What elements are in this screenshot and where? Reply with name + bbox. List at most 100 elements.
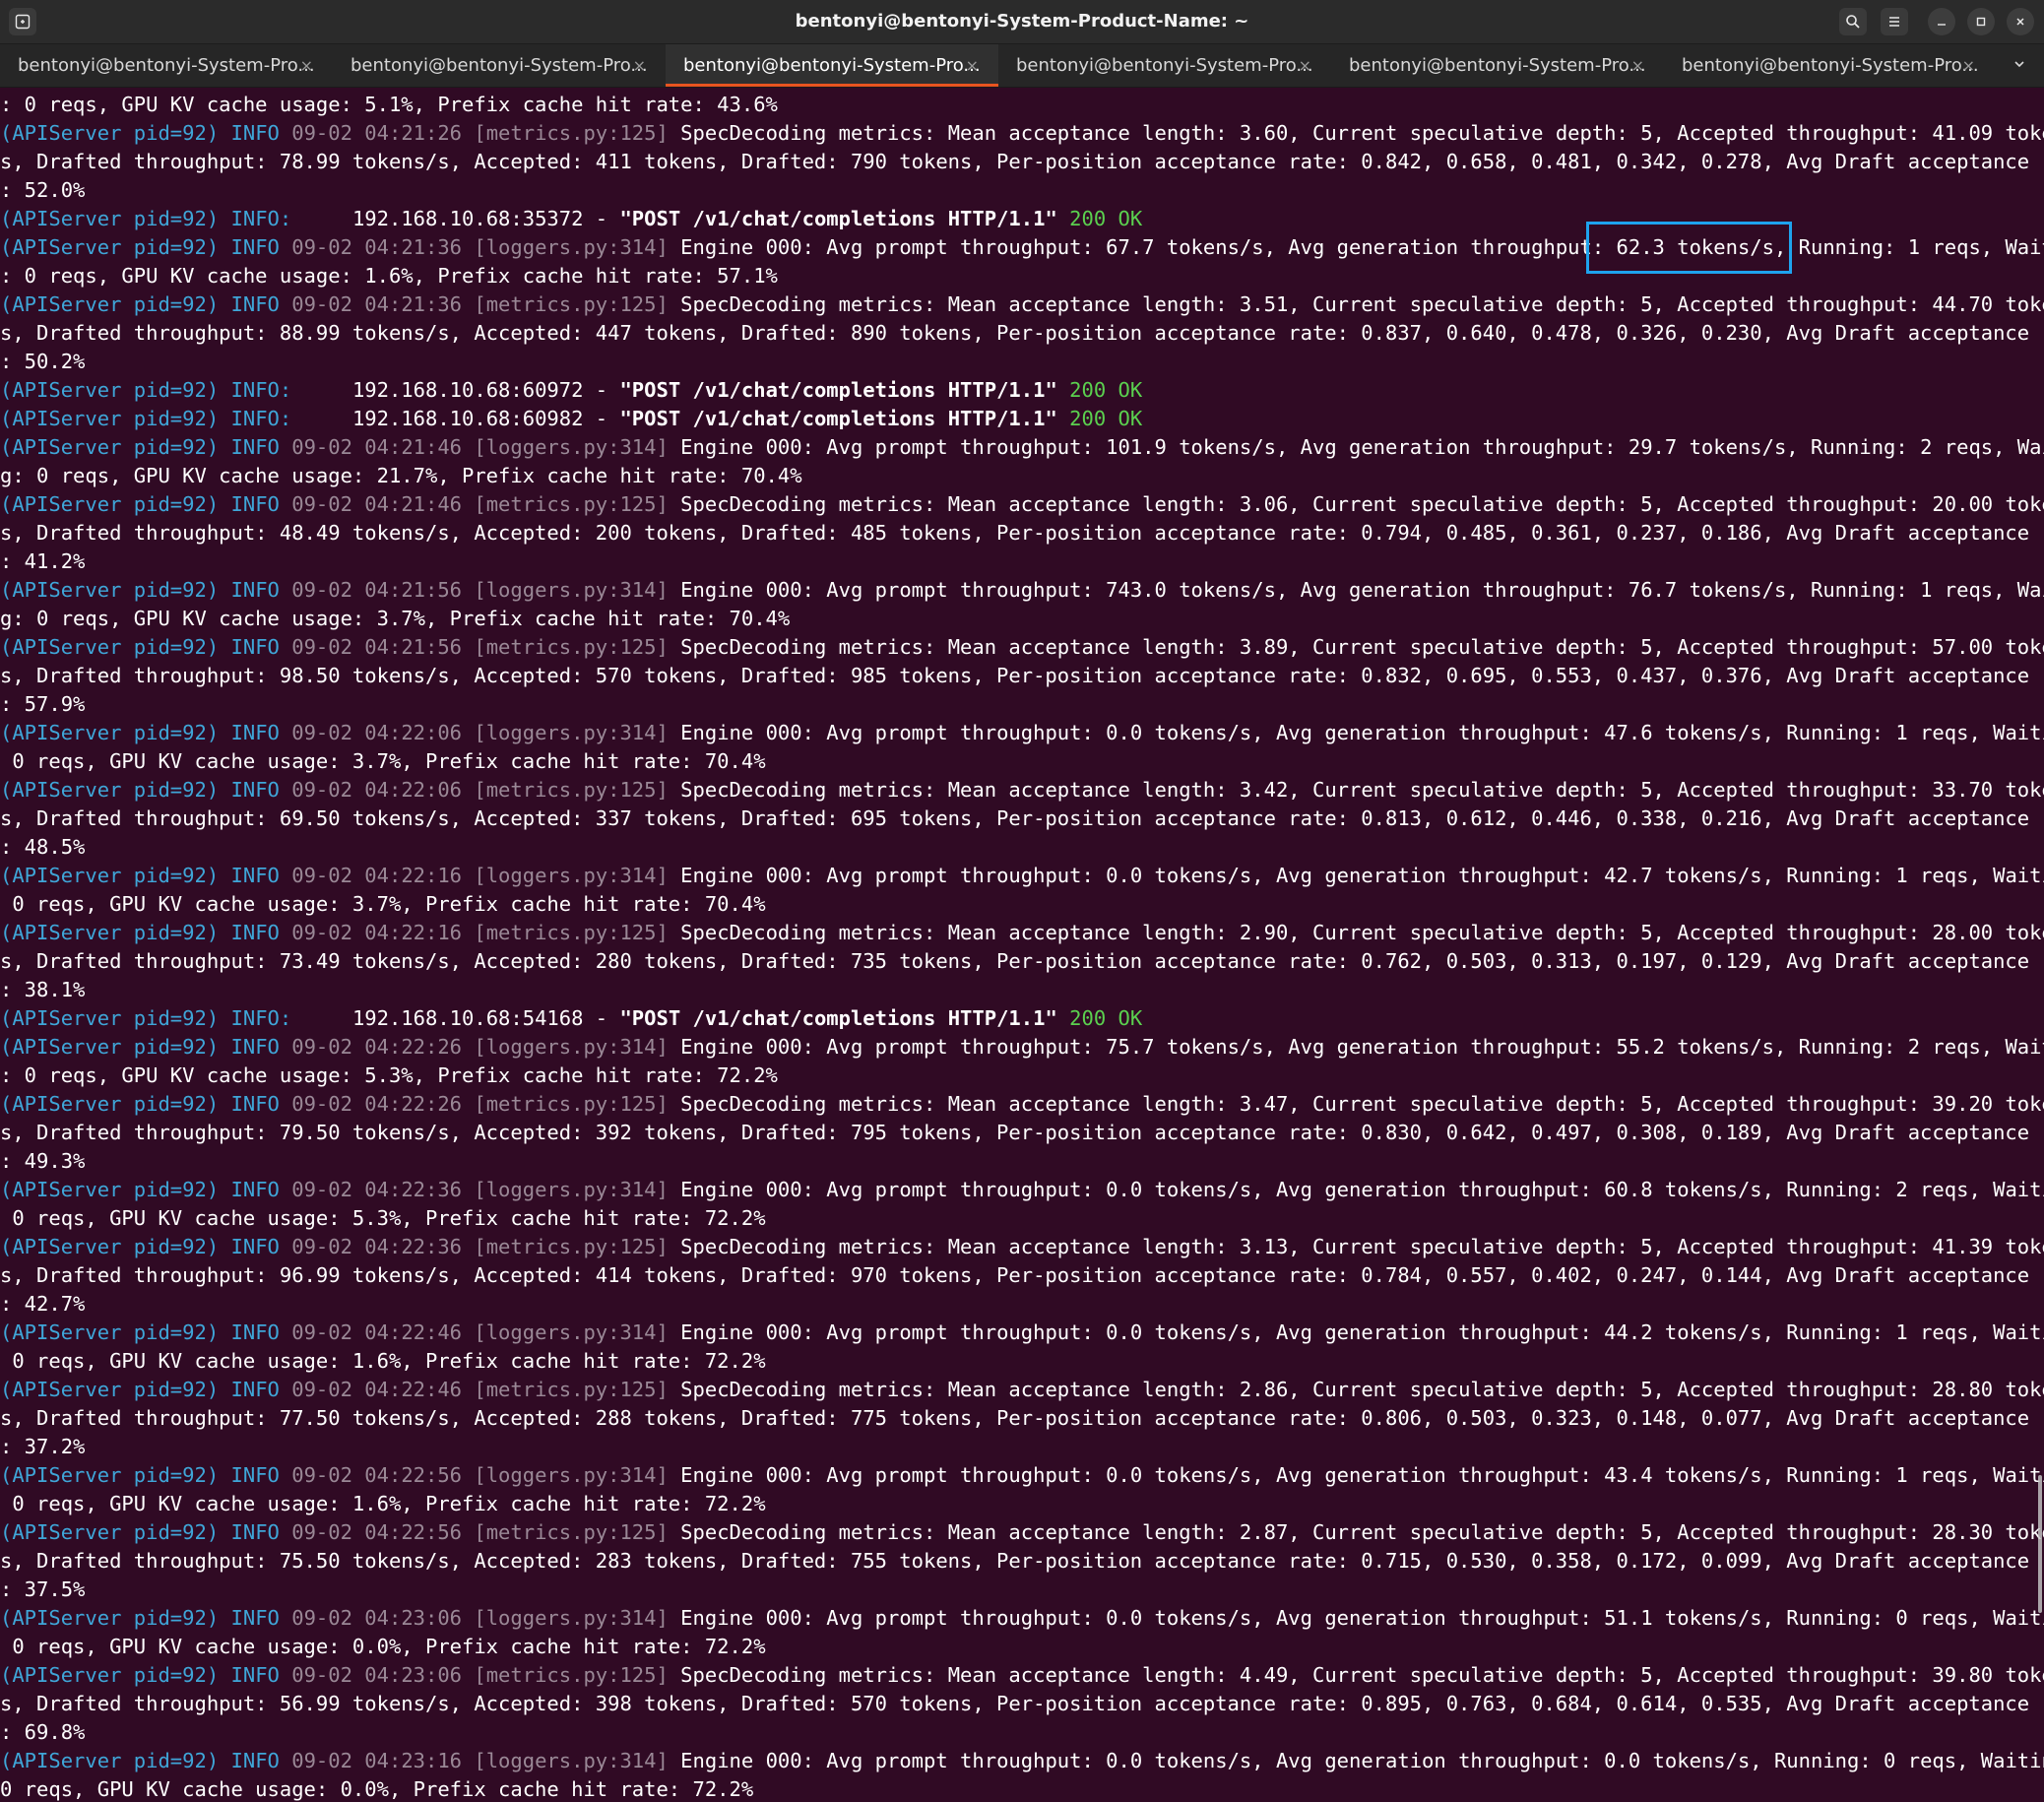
log-line: (APIServer pid=92) INFO: 192.168.10.68:6… bbox=[0, 405, 2044, 433]
log-line: (APIServer pid=92) INFO 09-02 04:21:46 [… bbox=[0, 490, 2044, 519]
log-timestamp: 09-02 04:21:26 [metrics.py:125] bbox=[291, 121, 669, 145]
tab-bar: bentonyi@bentonyi-System-Pro... × benton… bbox=[0, 44, 2044, 88]
log-message: SpecDecoding metrics: Mean acceptance le… bbox=[668, 1520, 2044, 1544]
log-timestamp: 09-02 04:23:06 [metrics.py:125] bbox=[291, 1663, 669, 1687]
log-timestamp: 09-02 04:21:36 [metrics.py:125] bbox=[291, 292, 669, 316]
terminal-output[interactable]: : 0 reqs, GPU KV cache usage: 5.1%, Pref… bbox=[0, 89, 2044, 1802]
log-timestamp: 09-02 04:22:56 [loggers.py:314] bbox=[291, 1463, 669, 1487]
tab-close-icon[interactable]: × bbox=[966, 44, 979, 87]
log-line: (APIServer pid=92) INFO 09-02 04:22:56 [… bbox=[0, 1461, 2044, 1490]
tab-list-dropdown[interactable] bbox=[2005, 44, 2034, 87]
log-message: Engine 000: Avg prompt throughput: 743.0… bbox=[668, 578, 2044, 602]
log-line: : 69.8% bbox=[0, 1720, 86, 1744]
log-line: s, Drafted throughput: 75.50 tokens/s, A… bbox=[0, 1549, 2044, 1573]
log-timestamp: 09-02 04:22:46 [loggers.py:314] bbox=[291, 1320, 669, 1344]
log-source: (APIServer pid=92) bbox=[0, 435, 220, 459]
maximize-icon bbox=[1976, 17, 1986, 27]
tab-close-icon[interactable]: × bbox=[1299, 44, 1311, 87]
log-source: (APIServer pid=92) bbox=[0, 1663, 220, 1687]
log-timestamp: 09-02 04:22:16 [loggers.py:314] bbox=[291, 864, 669, 887]
log-level: INFO bbox=[219, 235, 292, 259]
menu-button[interactable] bbox=[1881, 8, 1908, 35]
log-line: (APIServer pid=92) INFO 09-02 04:21:46 [… bbox=[0, 433, 2044, 462]
log-timestamp: 09-02 04:21:46 [metrics.py:125] bbox=[291, 492, 669, 516]
log-level: INFO: bbox=[219, 407, 352, 430]
log-line: 0 reqs, GPU KV cache usage: 3.7%, Prefix… bbox=[0, 892, 766, 916]
log-line: (APIServer pid=92) INFO 09-02 04:21:26 [… bbox=[0, 119, 2044, 148]
close-icon bbox=[2016, 18, 2024, 26]
log-timestamp: 09-02 04:22:36 [loggers.py:314] bbox=[291, 1178, 669, 1201]
log-timestamp: 09-02 04:22:06 [loggers.py:314] bbox=[291, 721, 669, 744]
tab-close-icon[interactable]: × bbox=[1631, 44, 1644, 87]
log-level: INFO bbox=[219, 1235, 292, 1258]
log-level: INFO bbox=[219, 1749, 292, 1772]
log-message: Engine 000: Avg prompt throughput: 67.7 … bbox=[668, 235, 2044, 259]
client-address: 192.168.10.68:60982 - bbox=[351, 407, 620, 430]
tab-label: bentonyi@bentonyi-System-Pro... bbox=[351, 55, 648, 76]
log-level: INFO bbox=[219, 121, 292, 145]
log-level: INFO bbox=[219, 721, 292, 744]
log-level: INFO bbox=[219, 1520, 292, 1544]
http-status: 200 OK bbox=[1056, 207, 1143, 230]
log-source: (APIServer pid=92) bbox=[0, 407, 220, 430]
log-source: (APIServer pid=92) bbox=[0, 721, 220, 744]
log-line: : 49.3% bbox=[0, 1149, 86, 1173]
log-level: INFO: bbox=[219, 1006, 352, 1030]
log-line: (APIServer pid=92) INFO 09-02 04:21:56 [… bbox=[0, 576, 2044, 605]
log-source: (APIServer pid=92) bbox=[0, 635, 220, 659]
log-message: Engine 000: Avg prompt throughput: 0.0 t… bbox=[668, 721, 2044, 744]
search-button[interactable] bbox=[1839, 8, 1867, 35]
log-message: Engine 000: Avg prompt throughput: 0.0 t… bbox=[668, 1606, 2044, 1630]
log-line: (APIServer pid=92) INFO 09-02 04:21:56 [… bbox=[0, 633, 2044, 662]
tab-label: bentonyi@bentonyi-System-Pro... bbox=[1016, 55, 1313, 76]
terminal-tab-4[interactable]: bentonyi@bentonyi-System-Pro... × bbox=[998, 44, 1331, 87]
terminal-scrollbar[interactable] bbox=[2038, 1475, 2042, 1613]
log-line: (APIServer pid=92) INFO 09-02 04:22:46 [… bbox=[0, 1376, 2044, 1404]
log-message: SpecDecoding metrics: Mean acceptance le… bbox=[668, 1378, 2044, 1401]
tab-close-icon[interactable]: × bbox=[300, 44, 313, 87]
log-source: (APIServer pid=92) bbox=[0, 1606, 220, 1630]
tab-close-icon[interactable]: × bbox=[633, 44, 646, 87]
window-titlebar: bentonyi@bentonyi-System-Product-Name: ~ bbox=[0, 0, 2044, 44]
log-source: (APIServer pid=92) bbox=[0, 207, 220, 230]
log-line: s, Drafted throughput: 48.49 tokens/s, A… bbox=[0, 521, 2044, 545]
log-level: INFO bbox=[219, 778, 292, 802]
log-message: SpecDecoding metrics: Mean acceptance le… bbox=[668, 778, 2044, 802]
log-timestamp: 09-02 04:21:56 [metrics.py:125] bbox=[291, 635, 669, 659]
log-timestamp: 09-02 04:22:26 [loggers.py:314] bbox=[291, 1035, 669, 1059]
tab-label: bentonyi@bentonyi-System-Pro... bbox=[1349, 55, 1646, 76]
minimize-icon bbox=[1938, 24, 1946, 26]
log-line: (APIServer pid=92) INFO 09-02 04:21:36 [… bbox=[0, 290, 2044, 319]
terminal-tab-3[interactable]: bentonyi@bentonyi-System-Pro... × bbox=[666, 44, 998, 87]
maximize-button[interactable] bbox=[1967, 8, 1995, 35]
log-level: INFO bbox=[219, 1178, 292, 1201]
http-request: "POST /v1/chat/completions HTTP/1.1" bbox=[619, 1006, 1057, 1030]
log-line: (APIServer pid=92) INFO 09-02 04:22:26 [… bbox=[0, 1033, 2044, 1062]
http-status: 200 OK bbox=[1056, 407, 1143, 430]
terminal-tab-5[interactable]: bentonyi@bentonyi-System-Pro... × bbox=[1331, 44, 1664, 87]
log-line: (APIServer pid=92) INFO 09-02 04:22:46 [… bbox=[0, 1319, 2044, 1347]
tab-label: bentonyi@bentonyi-System-Pro... bbox=[683, 55, 981, 76]
log-line: : 57.9% bbox=[0, 692, 86, 716]
log-source: (APIServer pid=92) bbox=[0, 778, 220, 802]
log-level: INFO bbox=[219, 1035, 292, 1059]
log-message: Engine 000: Avg prompt throughput: 0.0 t… bbox=[668, 1749, 2044, 1772]
log-timestamp: 09-02 04:21:46 [loggers.py:314] bbox=[291, 435, 669, 459]
terminal-tab-6[interactable]: bentonyi@bentonyi-System-Pro... × bbox=[1664, 44, 1995, 87]
terminal-tab-1[interactable]: bentonyi@bentonyi-System-Pro... × bbox=[0, 44, 333, 87]
log-line: s, Drafted throughput: 79.50 tokens/s, A… bbox=[0, 1121, 2044, 1144]
tab-close-icon[interactable]: × bbox=[1962, 44, 1975, 87]
minimize-button[interactable] bbox=[1928, 8, 1955, 35]
tab-label: bentonyi@bentonyi-System-Pro... bbox=[18, 55, 315, 76]
log-message: SpecDecoding metrics: Mean acceptance le… bbox=[668, 292, 2044, 316]
log-line: (APIServer pid=92) INFO 09-02 04:23:16 [… bbox=[0, 1747, 2044, 1775]
log-line: : 52.0% bbox=[0, 178, 86, 202]
log-timestamp: 09-02 04:23:06 [loggers.py:314] bbox=[291, 1606, 669, 1630]
log-line: : 37.2% bbox=[0, 1435, 86, 1458]
log-line: (APIServer pid=92) INFO 09-02 04:22:06 [… bbox=[0, 776, 2044, 804]
http-request: "POST /v1/chat/completions HTTP/1.1" bbox=[619, 207, 1057, 230]
log-message: SpecDecoding metrics: Mean acceptance le… bbox=[668, 635, 2044, 659]
close-button[interactable] bbox=[2007, 8, 2034, 35]
log-timestamp: 09-02 04:21:56 [loggers.py:314] bbox=[291, 578, 669, 602]
terminal-tab-2[interactable]: bentonyi@bentonyi-System-Pro... × bbox=[333, 44, 666, 87]
